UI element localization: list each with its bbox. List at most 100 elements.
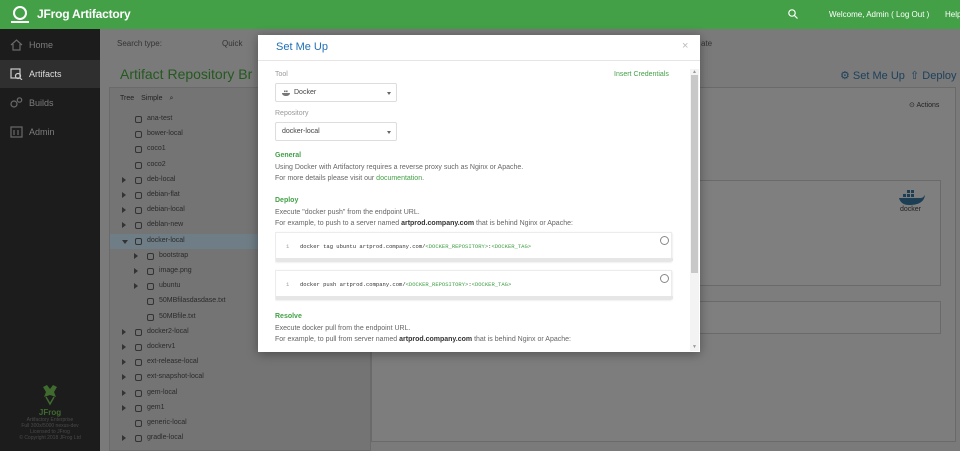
tree-mode-tree[interactable]: Tree bbox=[120, 95, 134, 102]
docker-icon bbox=[282, 90, 290, 96]
set-me-up-label: Set Me Up bbox=[852, 70, 905, 82]
code-placeholder-tag: <DOCKER_TAG> bbox=[471, 281, 512, 288]
repository-icon bbox=[135, 420, 142, 427]
sidebar-item-label: Home bbox=[29, 40, 54, 50]
sidebar-item-label: Admin bbox=[29, 127, 55, 137]
welcome-logout[interactable]: Welcome, Admin ( Log Out ) bbox=[829, 10, 929, 19]
repository-icon bbox=[135, 176, 142, 184]
caret-right-icon[interactable] bbox=[134, 268, 138, 274]
set-me-up-button[interactable]: ⚙ Set Me Up bbox=[840, 69, 905, 82]
page-title: Artifact Repository Br bbox=[120, 66, 253, 82]
admin-icon bbox=[10, 126, 23, 138]
repository-icon bbox=[135, 435, 142, 443]
tool-select[interactable]: Docker bbox=[275, 83, 397, 102]
code-line-number: 1 bbox=[286, 281, 290, 288]
repository-label: Repository bbox=[275, 110, 309, 117]
caret-right-icon[interactable] bbox=[122, 176, 126, 183]
footer-logo-text: JFrog bbox=[38, 408, 62, 417]
brand-name[interactable]: JFrog Artifactory bbox=[37, 7, 131, 21]
resolve-line-2: For example, to pull from server named a… bbox=[275, 334, 685, 345]
caret-right-icon[interactable] bbox=[122, 344, 126, 350]
tree-search-icon[interactable]: ⌕ bbox=[169, 95, 173, 102]
tree-item-label: coco2 bbox=[147, 160, 166, 168]
tree-item[interactable]: ext-snapshot-local bbox=[110, 370, 372, 385]
code-placeholder-repository: <DOCKER_REPOSITORY> bbox=[405, 281, 469, 288]
caret-right-icon[interactable] bbox=[122, 404, 126, 411]
search-type-quick[interactable]: Quick bbox=[222, 39, 242, 48]
caret-down-icon[interactable] bbox=[122, 239, 128, 244]
sidebar-item-label: Builds bbox=[29, 98, 54, 108]
tree-item-label: 50MBfile.txt bbox=[159, 312, 196, 320]
code-scrollbar[interactable] bbox=[276, 258, 673, 261]
tree-item-label: docker-local bbox=[147, 236, 185, 244]
artifacts-icon bbox=[10, 68, 23, 80]
scrollbar-thumb[interactable] bbox=[691, 75, 698, 273]
sidebar-item-admin[interactable]: Admin bbox=[0, 118, 100, 146]
insert-credentials-link[interactable]: Insert Credentials bbox=[614, 71, 669, 78]
caret-right-icon[interactable] bbox=[122, 374, 126, 381]
chevron-down-icon bbox=[387, 92, 391, 95]
copy-icon[interactable] bbox=[660, 236, 669, 245]
code-scrollbar[interactable] bbox=[276, 296, 673, 299]
tree-item-label: gem-local bbox=[147, 388, 178, 396]
tree-item-label: generic-local bbox=[147, 419, 187, 426]
jfrog-logo-base bbox=[11, 21, 29, 23]
tree-item[interactable]: generic-local bbox=[110, 416, 372, 431]
code-block-docker-tag: 1 docker tag ubuntu artprod.company.com/… bbox=[275, 232, 673, 261]
tree-mode-simple[interactable]: Simple bbox=[141, 95, 162, 102]
search-icon[interactable] bbox=[788, 9, 798, 19]
repository-icon bbox=[135, 374, 142, 382]
caret-right-icon[interactable] bbox=[122, 192, 126, 198]
folder-icon bbox=[147, 268, 154, 275]
general-section-text: Using Docker with Artifactory requires a… bbox=[275, 162, 685, 184]
chevron-down-icon bbox=[387, 131, 391, 134]
help-link[interactable]: Help bbox=[945, 10, 960, 19]
sidebar-item-artifacts[interactable]: Artifacts bbox=[0, 60, 100, 88]
caret-right-icon[interactable] bbox=[122, 389, 126, 396]
sidebar-item-builds[interactable]: Builds bbox=[0, 89, 100, 117]
caret-right-icon[interactable] bbox=[134, 283, 138, 290]
tree-item[interactable]: gem1 bbox=[110, 401, 372, 416]
close-icon[interactable]: × bbox=[682, 40, 688, 52]
tree-item-label: gem1 bbox=[147, 403, 165, 411]
deploy-label: Deploy bbox=[922, 70, 957, 82]
caret-right-icon[interactable] bbox=[134, 252, 138, 259]
general-line-2-suffix: . bbox=[422, 175, 425, 182]
copy-icon[interactable] bbox=[660, 274, 669, 283]
tree-item[interactable]: ext-release-local bbox=[110, 355, 372, 370]
jfrog-logo-icon[interactable] bbox=[13, 6, 27, 20]
caret-right-icon[interactable] bbox=[122, 207, 126, 214]
modal-scrollbar[interactable]: ▲ ▼ bbox=[690, 69, 699, 351]
code-line-number: 1 bbox=[286, 243, 290, 250]
repository-icon bbox=[135, 359, 142, 367]
caret-right-icon[interactable] bbox=[122, 328, 126, 335]
general-line-2: For more details please visit our docume… bbox=[275, 173, 685, 184]
code-placeholder-repository: <DOCKER_REPOSITORY> bbox=[425, 243, 489, 250]
deploy-server-name: artprod.company.com bbox=[401, 220, 475, 227]
repository-icon bbox=[135, 222, 142, 230]
caret-right-icon[interactable] bbox=[122, 359, 126, 366]
tree-mode-switch: Tree Simple ⌕ bbox=[120, 95, 178, 103]
deploy-button[interactable]: ⇧ Deploy bbox=[910, 69, 957, 82]
search-type-other[interactable]: ate bbox=[701, 39, 712, 48]
tree-item[interactable]: gem-local bbox=[110, 386, 372, 401]
repository-icon bbox=[135, 404, 142, 412]
repository-icon bbox=[135, 192, 142, 199]
tree-item-label: bootstrap bbox=[159, 251, 189, 259]
sidebar: Home Artifacts Builds Admin JFrog Artifa… bbox=[0, 29, 100, 451]
tree-item[interactable]: gradle-local bbox=[110, 431, 372, 446]
caret-right-icon[interactable] bbox=[122, 222, 126, 229]
upload-icon: ⇧ bbox=[910, 70, 923, 82]
repository-select[interactable]: docker-local bbox=[275, 122, 397, 141]
sidebar-item-home[interactable]: Home bbox=[0, 31, 100, 59]
documentation-link[interactable]: documentation bbox=[376, 175, 422, 182]
scroll-down-icon[interactable]: ▼ bbox=[692, 344, 697, 350]
tree-item-label: ana-test bbox=[147, 115, 173, 122]
actions-menu[interactable]: ⊙ Actions bbox=[909, 101, 939, 109]
resolve-server-name: artprod.company.com bbox=[399, 336, 473, 343]
resolve-line-2-prefix: For example, to pull from server named bbox=[275, 336, 398, 343]
modal-title: Set Me Up bbox=[276, 41, 328, 53]
search-type-label: Search type: bbox=[117, 39, 162, 48]
docker-whale-icon bbox=[899, 190, 925, 205]
caret-right-icon[interactable] bbox=[122, 435, 126, 442]
